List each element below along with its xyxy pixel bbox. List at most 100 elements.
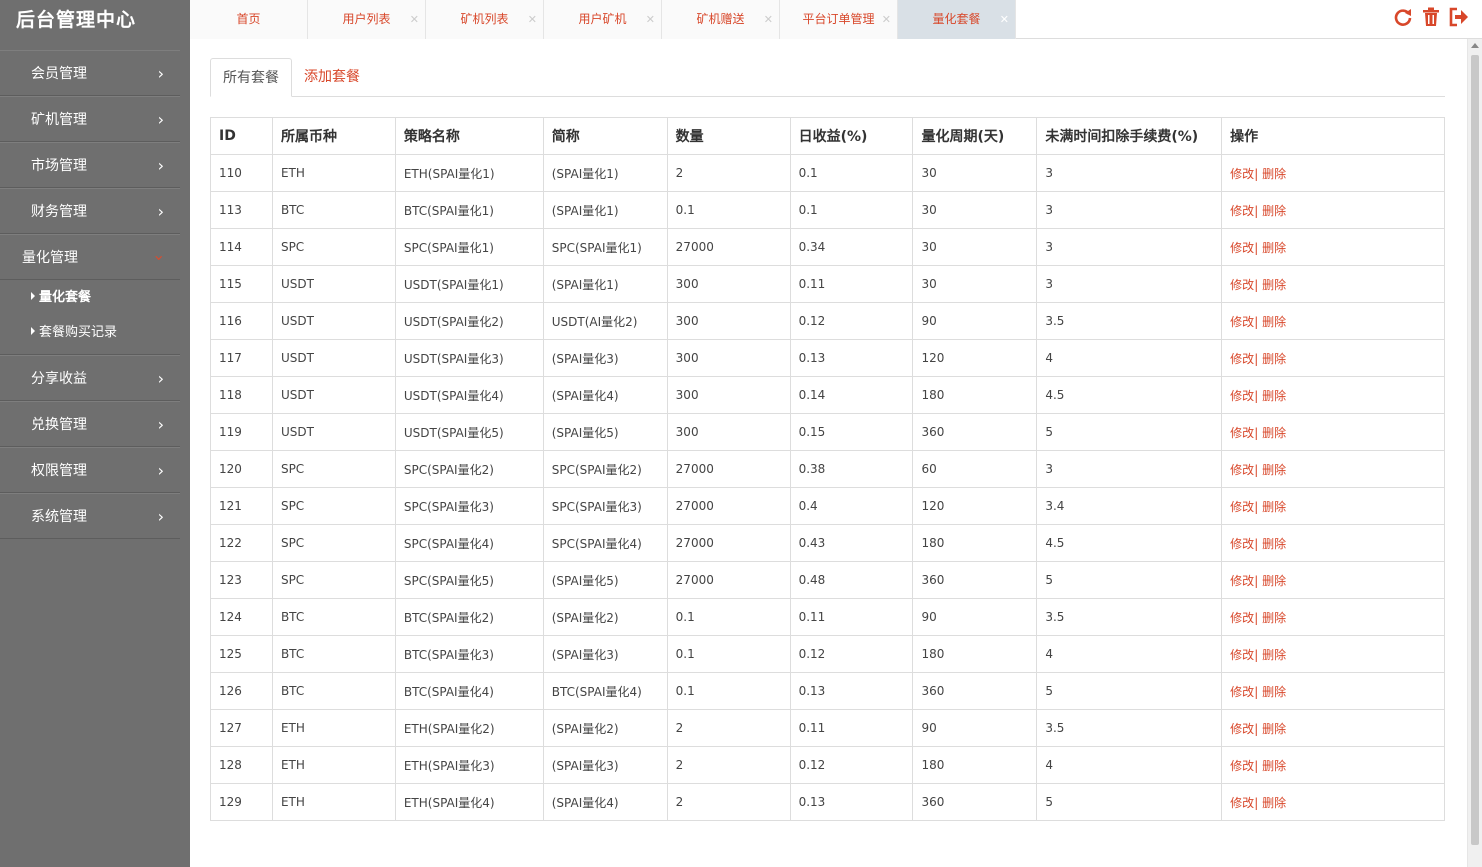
tab-user-list[interactable]: 用户列表 ✕	[308, 0, 426, 39]
edit-link[interactable]: 修改	[1230, 574, 1254, 588]
edit-link[interactable]: 修改	[1230, 537, 1254, 551]
delete-link[interactable]: 删除	[1262, 315, 1286, 329]
cell-quantity: 0.1	[666, 191, 791, 229]
tab-label: 用户矿机	[578, 12, 627, 26]
delete-link[interactable]: 删除	[1262, 463, 1286, 477]
close-icon[interactable]: ✕	[882, 0, 891, 39]
edit-link[interactable]: 修改	[1230, 241, 1254, 255]
delete-link[interactable]: 删除	[1262, 537, 1286, 551]
sidebar-item-quant[interactable]: 量化管理 ›	[0, 234, 180, 280]
edit-link[interactable]: 修改	[1230, 315, 1254, 329]
cell-currency: SPC	[271, 561, 396, 599]
table-row: 113 BTC BTC(SPAI量化1) (SPAI量化1) 0.1 0.1 30 3 修改| …	[210, 191, 1445, 229]
cell-currency: USDT	[271, 339, 396, 377]
edit-link[interactable]: 修改	[1230, 463, 1254, 477]
table-body: 110 ETH ETH(SPAI量化1) (SPAI量化1) 2 0.1 30 3 修改| 删除…	[210, 154, 1445, 821]
sidebar-item-label: 矿机管理	[31, 112, 87, 128]
cell-id: 118	[210, 376, 273, 414]
sidebar-item-share[interactable]: 分享收益 ›	[0, 355, 180, 401]
delete-link[interactable]: 删除	[1262, 352, 1286, 366]
delete-link[interactable]: 删除	[1262, 241, 1286, 255]
close-icon[interactable]: ✕	[528, 0, 537, 39]
cell-id: 125	[210, 635, 273, 673]
delete-link[interactable]: 删除	[1262, 574, 1286, 588]
submenu-item-purchase-records[interactable]: 套餐购买记录	[0, 315, 180, 350]
delete-link[interactable]: 删除	[1262, 796, 1286, 810]
cell-actions: 修改| 删除	[1221, 746, 1445, 784]
delete-link[interactable]: 删除	[1262, 648, 1286, 662]
cell-strategy-name: BTC(SPAI量化3)	[394, 635, 544, 673]
sidebar-item-miner[interactable]: 矿机管理 ›	[0, 96, 180, 142]
submenu-item-quant-package[interactable]: 量化套餐	[0, 280, 180, 315]
tab-platform-orders[interactable]: 平台订单管理 ✕	[780, 0, 898, 39]
scroll-up-arrow-icon[interactable]	[1471, 43, 1479, 48]
edit-link[interactable]: 修改	[1230, 500, 1254, 514]
column-header: 简称	[542, 117, 668, 155]
close-icon[interactable]: ✕	[410, 0, 419, 39]
sidebar-item-market[interactable]: 市场管理 ›	[0, 142, 180, 188]
edit-link[interactable]: 修改	[1230, 204, 1254, 218]
edit-link[interactable]: 修改	[1230, 426, 1254, 440]
edit-link[interactable]: 修改	[1230, 722, 1254, 736]
cell-short-name: SPC(SPAI量化3)	[542, 487, 668, 525]
cell-currency: USDT	[271, 302, 396, 340]
refresh-icon[interactable]	[1392, 6, 1414, 28]
trash-icon[interactable]	[1420, 6, 1442, 28]
cell-period: 60	[912, 450, 1038, 488]
cell-early-fee: 4.5	[1036, 524, 1223, 562]
close-icon[interactable]: ✕	[764, 0, 773, 39]
delete-link[interactable]: 删除	[1262, 167, 1286, 181]
cell-period: 360	[912, 672, 1038, 710]
edit-link[interactable]: 修改	[1230, 759, 1254, 773]
cell-currency: BTC	[271, 598, 396, 636]
edit-link[interactable]: 修改	[1230, 648, 1254, 662]
delete-link[interactable]: 删除	[1262, 722, 1286, 736]
tab-home[interactable]: 首页	[190, 0, 308, 39]
table-row: 124 BTC BTC(SPAI量化2) (SPAI量化2) 0.1 0.11 90 3.5 修…	[210, 598, 1445, 636]
edit-link[interactable]: 修改	[1230, 352, 1254, 366]
sidebar-item-finance[interactable]: 财务管理 ›	[0, 188, 180, 234]
vertical-scrollbar[interactable]	[1467, 39, 1482, 867]
cell-daily-yield: 0.13	[789, 783, 914, 821]
cell-strategy-name: ETH(SPAI量化4)	[394, 783, 544, 821]
logout-icon[interactable]	[1448, 6, 1470, 28]
tab-quant-package[interactable]: 量化套餐 ✕	[898, 0, 1016, 39]
edit-link[interactable]: 修改	[1230, 278, 1254, 292]
cell-id: 121	[210, 487, 273, 525]
close-icon[interactable]: ✕	[1000, 0, 1009, 39]
close-icon[interactable]: ✕	[646, 0, 655, 39]
subtab-add-package[interactable]: 添加套餐	[292, 58, 372, 96]
tab-user-miner[interactable]: 用户矿机 ✕	[544, 0, 662, 39]
delete-link[interactable]: 删除	[1262, 278, 1286, 292]
delete-link[interactable]: 删除	[1262, 426, 1286, 440]
cell-daily-yield: 0.11	[789, 709, 914, 747]
tab-miner-list[interactable]: 矿机列表 ✕	[426, 0, 544, 39]
subtab-all-packages[interactable]: 所有套餐	[210, 58, 292, 97]
cell-quantity: 0.1	[666, 672, 791, 710]
edit-link[interactable]: 修改	[1230, 611, 1254, 625]
cell-id: 122	[210, 524, 273, 562]
edit-link[interactable]: 修改	[1230, 167, 1254, 181]
edit-link[interactable]: 修改	[1230, 685, 1254, 699]
cell-period: 30	[912, 154, 1038, 192]
sidebar-item-member[interactable]: 会员管理 ›	[0, 50, 180, 96]
edit-link[interactable]: 修改	[1230, 796, 1254, 810]
chevron-right-icon: ›	[157, 369, 164, 388]
column-header: 未满时间扣除手续费(%)	[1036, 117, 1223, 155]
edit-link[interactable]: 修改	[1230, 389, 1254, 403]
sidebar-item-system[interactable]: 系统管理 ›	[0, 493, 180, 539]
sidebar-item-exchange[interactable]: 兑换管理 ›	[0, 401, 180, 447]
scroll-thumb[interactable]	[1471, 55, 1479, 845]
delete-link[interactable]: 删除	[1262, 389, 1286, 403]
delete-link[interactable]: 删除	[1262, 500, 1286, 514]
sidebar-item-permission[interactable]: 权限管理 ›	[0, 447, 180, 493]
delete-link[interactable]: 删除	[1262, 204, 1286, 218]
tab-miner-gift[interactable]: 矿机赠送 ✕	[662, 0, 780, 39]
delete-link[interactable]: 删除	[1262, 685, 1286, 699]
delete-link[interactable]: 删除	[1262, 759, 1286, 773]
delete-link[interactable]: 删除	[1262, 611, 1286, 625]
cell-early-fee: 3.4	[1036, 487, 1223, 525]
cell-id: 113	[210, 191, 273, 229]
action-separator: |	[1254, 351, 1259, 366]
cell-short-name: (SPAI量化3)	[542, 339, 668, 377]
